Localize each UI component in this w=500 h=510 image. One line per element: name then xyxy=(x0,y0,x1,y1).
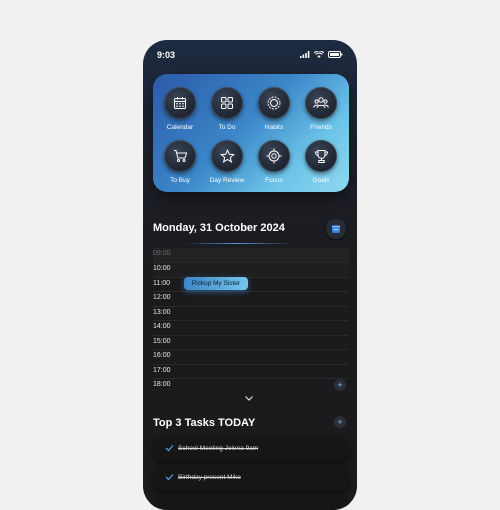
app-habits[interactable]: Habits xyxy=(251,87,297,131)
app-label: To Buy xyxy=(170,177,190,184)
add-task-button[interactable]: + xyxy=(334,416,346,428)
signal-icon xyxy=(300,51,310,58)
wifi-icon xyxy=(314,51,324,58)
time-label: 14:00 xyxy=(153,323,171,330)
add-event-button[interactable]: + xyxy=(334,379,346,391)
time-row[interactable]: 17:00 xyxy=(153,364,349,379)
date-underline xyxy=(183,243,293,244)
check-icon[interactable] xyxy=(165,473,174,481)
star-icon xyxy=(211,140,243,172)
app-goals[interactable]: Goals xyxy=(298,140,344,184)
task-item-partial[interactable] xyxy=(153,495,349,510)
app-day-review[interactable]: Day Review xyxy=(204,140,250,184)
phone-screen: 9:03 Calendar To Do Habits Friends To Bu… xyxy=(143,40,357,510)
open-calendar-button[interactable] xyxy=(326,219,346,239)
trophy-icon xyxy=(305,140,337,172)
calendar-icon xyxy=(164,87,196,119)
chevron-down-icon[interactable] xyxy=(244,395,254,402)
app-friends[interactable]: Friends xyxy=(298,87,344,131)
tasks-title: Top 3 Tasks TODAY xyxy=(153,417,256,429)
app-todo[interactable]: To Do xyxy=(204,87,250,131)
time-label: 12:00 xyxy=(153,294,171,301)
status-icons xyxy=(300,51,343,58)
habit-ring-icon xyxy=(258,87,290,119)
time-label: 10:00 xyxy=(153,265,171,272)
task-text: School Meeting Jelena 9am xyxy=(178,445,259,452)
app-label: Habits xyxy=(264,124,284,131)
time-label: 11:00 xyxy=(153,280,170,287)
app-label: To Do xyxy=(218,124,236,131)
time-row[interactable]: 09:00 xyxy=(153,248,349,262)
cart-icon xyxy=(164,140,196,172)
app-calendar[interactable]: Calendar xyxy=(157,87,203,131)
time-row[interactable]: 16:00 xyxy=(153,349,349,364)
time-label: 17:00 xyxy=(153,367,171,374)
task-item[interactable]: School Meeting Jelena 9am xyxy=(153,437,349,461)
time-row[interactable]: 13:00 xyxy=(153,306,349,321)
time-row[interactable]: 14:00 xyxy=(153,320,349,335)
time-row[interactable]: 15:00 xyxy=(153,335,349,350)
apps-grid: Calendar To Do Habits Friends To Buy Day… xyxy=(153,74,349,192)
time-label: 09:00 xyxy=(153,250,171,257)
app-label: Calendar xyxy=(166,124,194,131)
focus-target-icon xyxy=(258,140,290,172)
time-label: 16:00 xyxy=(153,352,171,359)
app-label: Friends xyxy=(310,124,332,131)
time-label: 13:00 xyxy=(153,309,171,316)
status-time: 9:03 xyxy=(157,50,176,60)
check-icon[interactable] xyxy=(165,444,174,452)
event-pickup-sister[interactable]: Pickup My Sister xyxy=(184,277,248,290)
time-row[interactable]: 10:00 xyxy=(153,262,349,277)
time-label: 18:00 xyxy=(153,381,171,388)
battery-icon xyxy=(328,51,343,58)
task-item[interactable]: Birthday present Mike xyxy=(153,466,349,490)
app-label: Day Review xyxy=(209,177,245,184)
friends-icon xyxy=(305,87,337,119)
calendar-icon xyxy=(332,225,340,233)
time-label: 15:00 xyxy=(153,338,171,345)
schedule-date-title: Monday, 31 October 2024 xyxy=(153,222,285,234)
app-focus[interactable]: Focus xyxy=(251,140,297,184)
status-bar: 9:03 xyxy=(143,40,357,70)
app-label: Focus xyxy=(265,177,283,184)
app-to-buy[interactable]: To Buy xyxy=(157,140,203,184)
time-row[interactable]: 11:00 xyxy=(153,277,349,292)
app-label: Goals xyxy=(312,177,330,184)
time-row[interactable]: 18:00 xyxy=(153,378,349,393)
time-row[interactable]: 12:00 xyxy=(153,291,349,306)
grid-icon xyxy=(211,87,243,119)
task-text: Birthday present Mike xyxy=(178,474,241,481)
